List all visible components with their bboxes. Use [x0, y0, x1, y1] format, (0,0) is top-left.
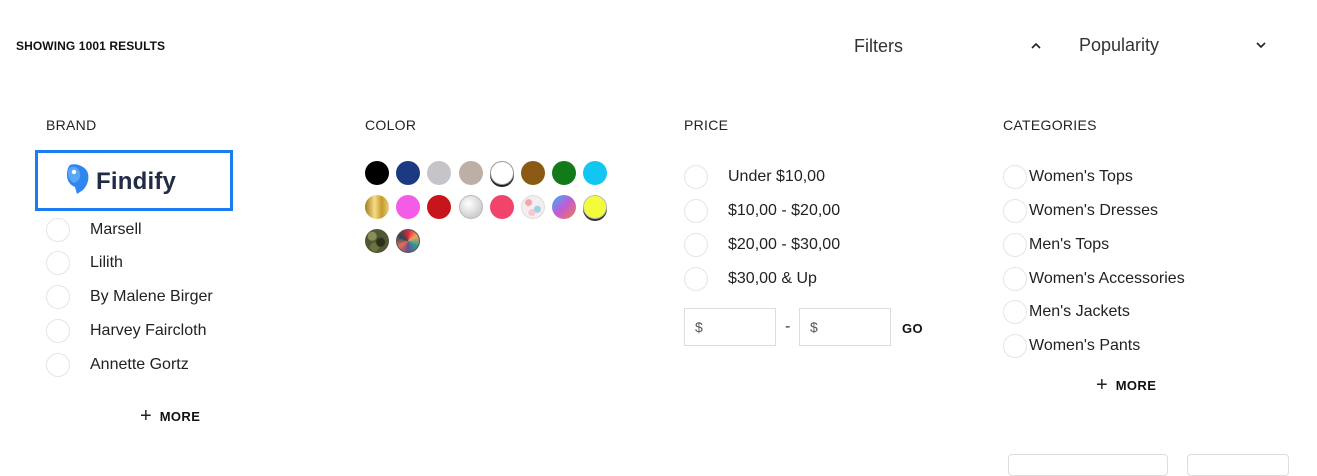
color-swatch-gradient[interactable]	[552, 195, 576, 219]
category-radio[interactable]	[1003, 199, 1027, 223]
price-min-input[interactable]	[707, 315, 775, 341]
brand-option-label: Lilith	[90, 254, 123, 271]
categories-more-button[interactable]: + MORE	[1096, 375, 1156, 395]
currency-symbol: $	[695, 319, 703, 335]
category-radio[interactable]	[1003, 233, 1027, 257]
categories-more-label: MORE	[1115, 377, 1157, 393]
findify-logo: Findify	[35, 150, 233, 211]
color-swatch-pink[interactable]	[396, 195, 420, 219]
filters-label: Filters	[854, 35, 903, 56]
plus-icon: +	[140, 405, 152, 427]
brand-option-label: By Malene Birger	[90, 288, 213, 305]
color-title: COLOR	[365, 117, 417, 133]
category-radio[interactable]	[1003, 300, 1027, 324]
brand-radio[interactable]	[46, 285, 70, 309]
findify-logo-icon	[67, 164, 89, 194]
category-option-label: Women's Pants	[1029, 337, 1141, 354]
brand-radio[interactable]	[46, 319, 70, 343]
price-option-label: $30,00 & Up	[728, 270, 817, 287]
brand-radio[interactable]	[46, 251, 70, 275]
color-swatch-floral[interactable]	[521, 195, 545, 219]
price-range-dash: -	[785, 318, 791, 335]
brand-more-label: MORE	[159, 408, 201, 424]
bottom-button[interactable]	[1008, 454, 1168, 476]
price-option-label: $20,00 - $30,00	[728, 236, 841, 253]
price-max-field[interactable]: $	[799, 308, 891, 346]
color-swatch-coral[interactable]	[490, 195, 514, 219]
category-option-label: Women's Accessories	[1029, 270, 1185, 287]
brand-option-label: Harvey Faircloth	[90, 322, 207, 339]
category-option-label: Men's Tops	[1029, 236, 1110, 253]
color-swatch-white[interactable]	[490, 161, 514, 185]
price-radio[interactable]	[684, 199, 708, 223]
category-option-label: Women's Tops	[1029, 168, 1133, 185]
plus-icon: +	[1096, 374, 1108, 396]
price-min-field[interactable]: $	[684, 308, 776, 346]
price-option-label: Under $10,00	[728, 168, 825, 185]
category-radio[interactable]	[1003, 267, 1027, 291]
price-radio[interactable]	[684, 165, 708, 189]
category-option-label: Women's Dresses	[1029, 202, 1159, 219]
bottom-button[interactable]	[1187, 454, 1289, 476]
chevron-up-icon	[1031, 42, 1041, 49]
currency-symbol: $	[810, 319, 818, 335]
findify-logo-text: Findify	[96, 168, 177, 195]
color-swatch-gold[interactable]	[365, 195, 389, 219]
brand-option-label: Annette Gortz	[90, 356, 189, 373]
brand-more-button[interactable]: + MORE	[140, 406, 200, 426]
color-swatch-brown[interactable]	[521, 161, 545, 185]
brand-option-label: Marsell	[90, 221, 142, 238]
filters-toggle-button[interactable]: Filters	[840, 30, 1050, 62]
price-radio[interactable]	[684, 267, 708, 291]
color-swatch-navy[interactable]	[396, 161, 420, 185]
chevron-down-icon	[1256, 42, 1266, 49]
color-swatch-taupe[interactable]	[459, 161, 483, 185]
categories-title: CATEGORIES	[1003, 117, 1097, 133]
sort-selected-value: Popularity	[1079, 35, 1160, 55]
brand-radio[interactable]	[46, 353, 70, 377]
color-swatch-yellow[interactable]	[583, 195, 607, 219]
price-title: PRICE	[684, 117, 729, 133]
color-swatch-camouflage[interactable]	[365, 229, 389, 253]
price-max-input[interactable]	[822, 315, 890, 341]
color-swatch-cyan[interactable]	[583, 161, 607, 185]
color-swatch-silver[interactable]	[459, 195, 483, 219]
sort-dropdown[interactable]: Popularity	[1068, 30, 1288, 62]
price-go-button[interactable]: GO	[902, 321, 923, 336]
brand-radio[interactable]	[46, 218, 70, 242]
color-swatch-green[interactable]	[552, 161, 576, 185]
color-swatch-light-grey[interactable]	[427, 161, 451, 185]
color-swatch-red[interactable]	[427, 195, 451, 219]
price-option-label: $10,00 - $20,00	[728, 202, 841, 219]
category-radio[interactable]	[1003, 334, 1027, 358]
category-option-label: Men's Jackets	[1029, 303, 1130, 320]
results-count: SHOWING 1001 RESULTS	[16, 39, 166, 53]
brand-title: BRAND	[46, 117, 97, 133]
price-radio[interactable]	[684, 233, 708, 257]
color-swatch-multicolor[interactable]	[396, 229, 420, 253]
color-swatch-black[interactable]	[365, 161, 389, 185]
category-radio[interactable]	[1003, 165, 1027, 189]
